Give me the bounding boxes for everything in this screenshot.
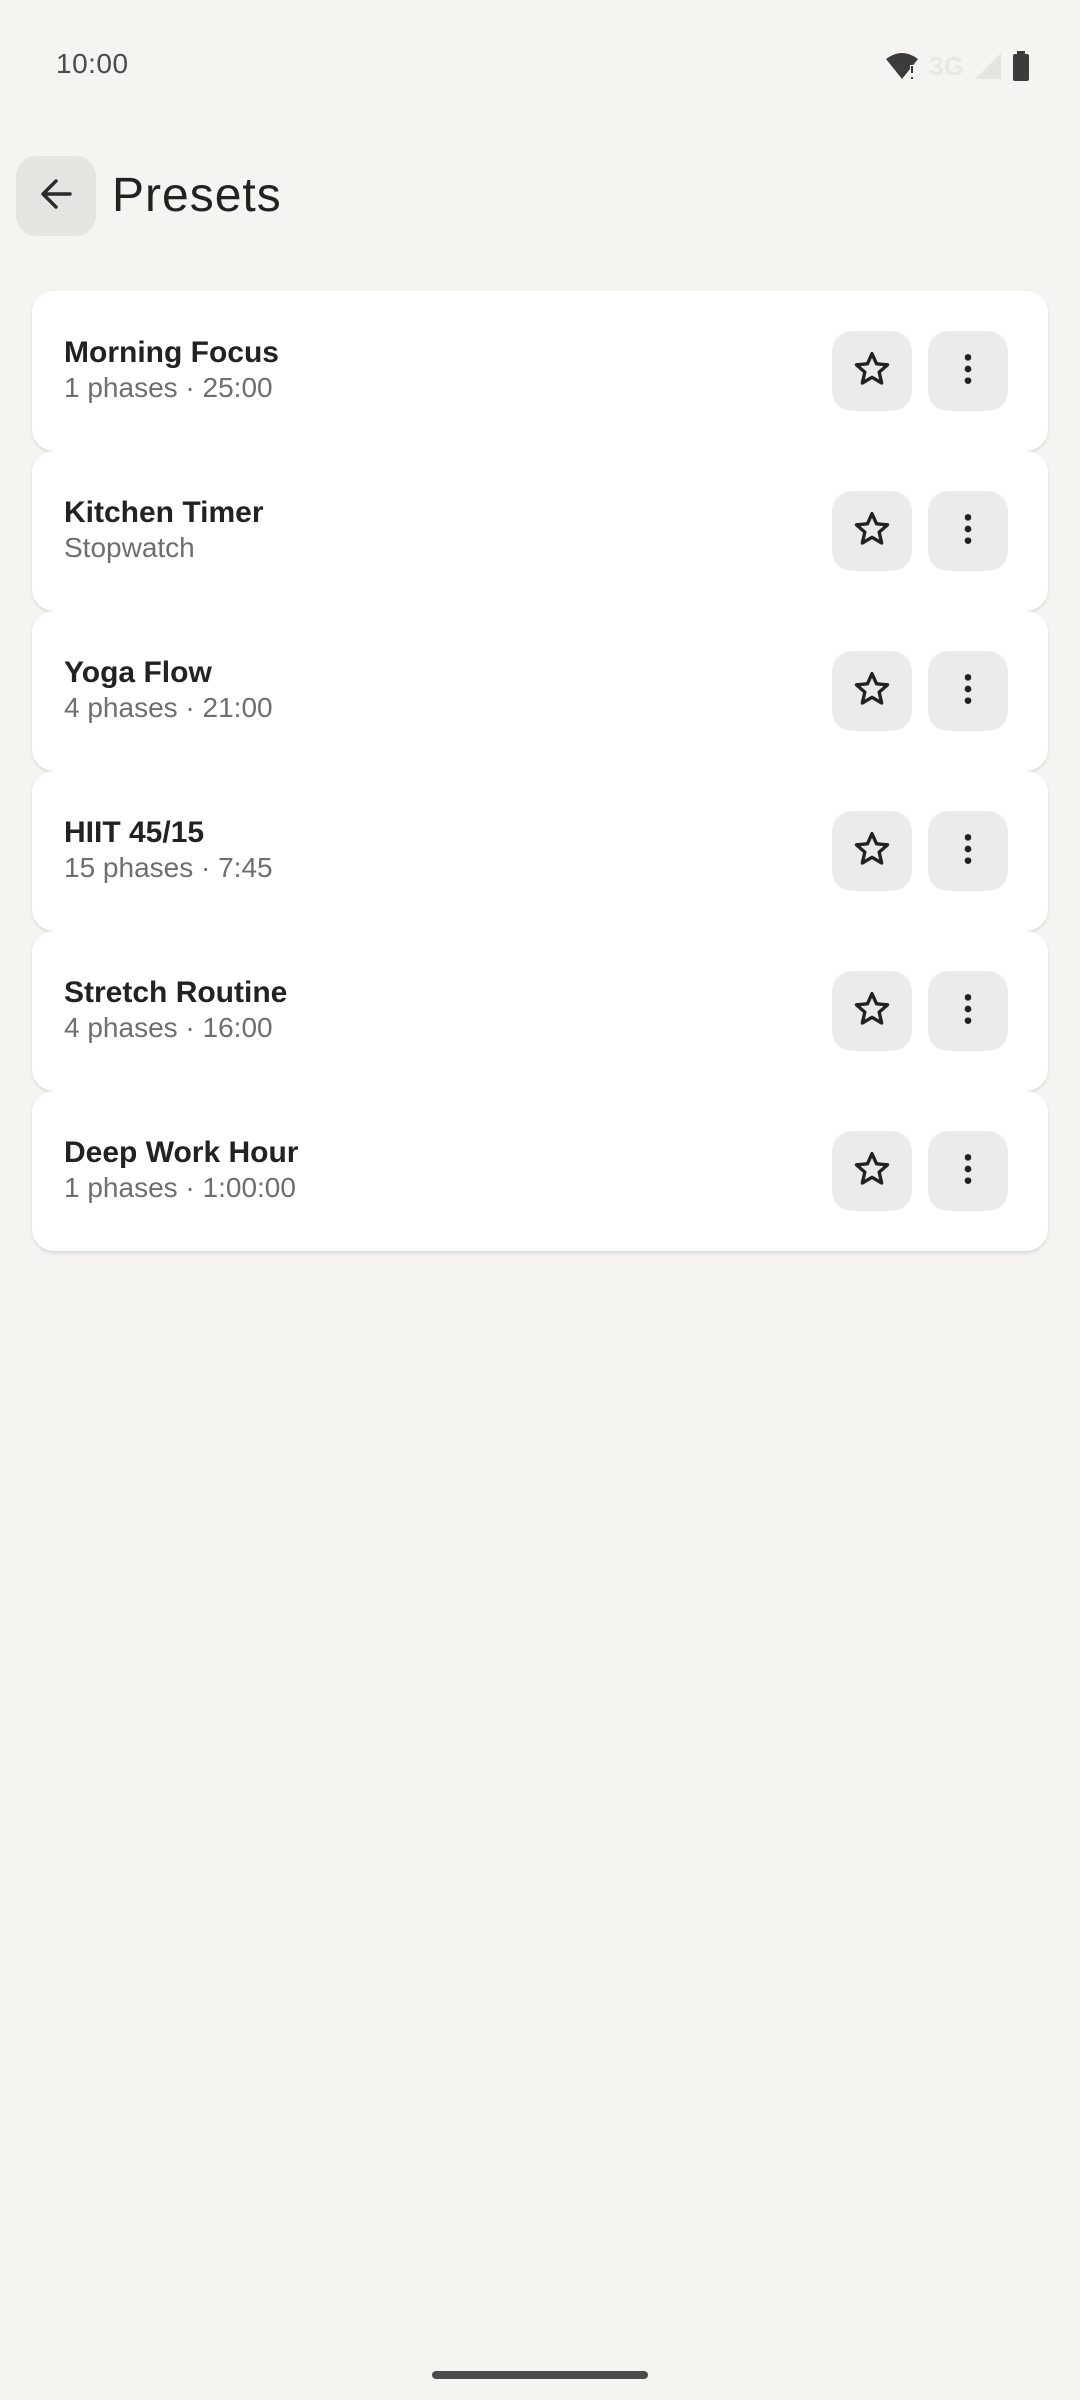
preset-item[interactable]: HIIT 45/15 15 phases · 7:45 xyxy=(32,771,1048,931)
preset-name: Stretch Routine xyxy=(64,976,288,1009)
favorite-button[interactable] xyxy=(832,491,912,571)
cell-signal-icon xyxy=(974,52,1002,80)
preset-list: Morning Focus 1 phases · 25:00 Kitchen T… xyxy=(32,291,1048,1251)
more-vert-icon xyxy=(948,349,988,394)
wifi-alert-icon xyxy=(885,51,919,81)
more-vert-icon xyxy=(948,989,988,1034)
preset-name: Kitchen Timer xyxy=(64,496,264,529)
preset-item[interactable]: Deep Work Hour 1 phases · 1:00:00 xyxy=(32,1091,1048,1251)
star-outline-icon xyxy=(852,829,892,874)
more-options-button[interactable] xyxy=(928,331,1008,411)
preset-detail: Stopwatch xyxy=(64,532,195,563)
more-options-button[interactable] xyxy=(928,811,1008,891)
back-button[interactable] xyxy=(16,156,96,236)
preset-item[interactable]: Stretch Routine 4 phases · 16:00 xyxy=(32,931,1048,1091)
favorite-button[interactable] xyxy=(832,971,912,1051)
battery-icon xyxy=(1012,51,1030,81)
status-time: 10:00 xyxy=(56,48,129,79)
preset-name: HIIT 45/15 xyxy=(64,816,205,849)
network-type-label: 3G xyxy=(929,50,964,81)
more-vert-icon xyxy=(948,829,988,874)
status-icons: 3G xyxy=(885,50,1030,82)
star-outline-icon xyxy=(852,349,892,394)
presets-screen: 10:00 3G Presets Morning Focus 1 phases … xyxy=(0,0,1080,2400)
preset-item[interactable]: Morning Focus 1 phases · 25:00 xyxy=(32,291,1048,451)
preset-detail: 15 phases · 7:45 xyxy=(64,852,273,883)
star-outline-icon xyxy=(852,1149,892,1194)
more-options-button[interactable] xyxy=(928,651,1008,731)
favorite-button[interactable] xyxy=(832,1131,912,1211)
favorite-button[interactable] xyxy=(832,811,912,891)
more-vert-icon xyxy=(948,509,988,554)
favorite-button[interactable] xyxy=(832,331,912,411)
preset-detail: 1 phases · 25:00 xyxy=(64,372,273,403)
more-options-button[interactable] xyxy=(928,491,1008,571)
more-vert-icon xyxy=(948,1149,988,1194)
preset-item[interactable]: Yoga Flow 4 phases · 21:00 xyxy=(32,611,1048,771)
status-bar: 10:00 3G xyxy=(0,0,1080,130)
star-outline-icon xyxy=(852,509,892,554)
preset-name: Yoga Flow xyxy=(64,656,212,689)
star-outline-icon xyxy=(852,989,892,1034)
preset-detail: 4 phases · 16:00 xyxy=(64,1012,273,1043)
gesture-navigation-bar[interactable] xyxy=(432,2371,648,2379)
more-options-button[interactable] xyxy=(928,971,1008,1051)
more-vert-icon xyxy=(948,669,988,714)
arrow-back-icon xyxy=(36,174,76,219)
preset-name: Deep Work Hour xyxy=(64,1136,299,1169)
more-options-button[interactable] xyxy=(928,1131,1008,1211)
favorite-button[interactable] xyxy=(832,651,912,731)
preset-name: Morning Focus xyxy=(64,336,279,369)
page-title: Presets xyxy=(112,169,282,222)
preset-detail: 4 phases · 21:00 xyxy=(64,692,273,723)
preset-item[interactable]: Kitchen Timer Stopwatch xyxy=(32,451,1048,611)
star-outline-icon xyxy=(852,669,892,714)
preset-detail: 1 phases · 1:00:00 xyxy=(64,1172,296,1203)
